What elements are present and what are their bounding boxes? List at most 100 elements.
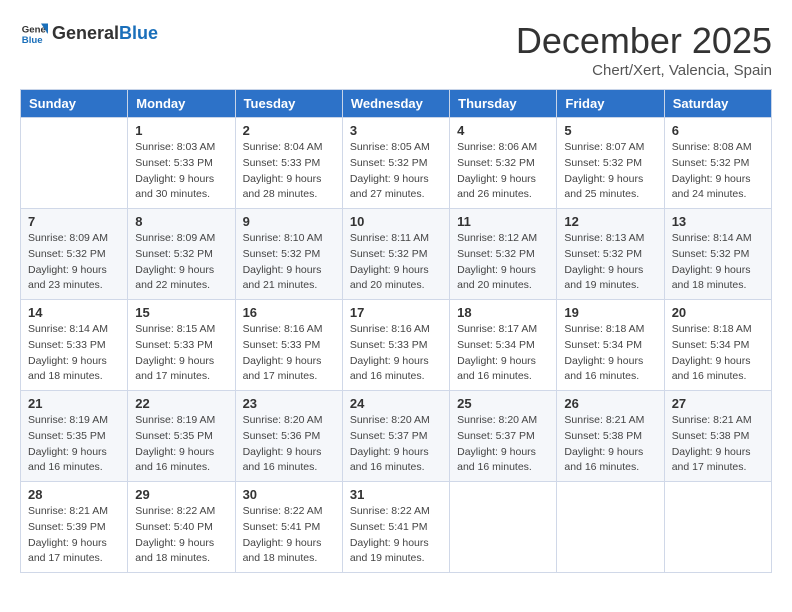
day-info: Sunrise: 8:10 AM Sunset: 5:32 PM Dayligh… [243, 231, 335, 294]
day-cell: 21Sunrise: 8:19 AM Sunset: 5:35 PM Dayli… [21, 391, 128, 482]
day-number: 13 [672, 214, 764, 229]
day-number: 16 [243, 305, 335, 320]
day-number: 11 [457, 214, 549, 229]
day-number: 4 [457, 123, 549, 138]
day-cell: 15 Sunrise: 8:15 AM Sunset: 5:33 PM Dayli… [128, 300, 235, 391]
day-info: Sunrise: 8:09 AM Sunset: 5:32 PM Dayligh… [28, 231, 120, 294]
day-number: 28 [28, 487, 120, 502]
day-header-thursday: Thursday [450, 90, 557, 118]
day-number: 20 [672, 305, 764, 320]
day-number: 8 [135, 214, 227, 229]
day-header-saturday: Saturday [664, 90, 771, 118]
day-number: 6 [672, 123, 764, 138]
week-row-2: 7 Sunrise: 8:09 AM Sunset: 5:32 PM Daylig… [21, 209, 772, 300]
week-row-3: 14 Sunrise: 8:14 AM Sunset: 5:33 PM Dayli… [21, 300, 772, 391]
day-cell: 3Sunrise: 8:05 AM Sunset: 5:32 PM Daylig… [342, 118, 449, 209]
day-cell: 7 Sunrise: 8:09 AM Sunset: 5:32 PM Daylig… [21, 209, 128, 300]
day-number: 21 [28, 396, 120, 411]
day-number: 30 [243, 487, 335, 502]
week-row-4: 21 Sunrise: 8:19 AM Sunset: 5:35 PM Dayli… [21, 391, 772, 482]
day-number: 26 [564, 396, 656, 411]
day-number: 15 [135, 305, 227, 320]
day-info: Sunrise: 8:22 AM Sunset: 5:40 PM Dayligh… [135, 504, 227, 567]
day-number: 7 [28, 214, 120, 229]
day-cell [557, 482, 664, 573]
day-cell [450, 482, 557, 573]
day-cell: 22Sunrise: 8:19 AM Sunset: 5:35 PM Dayli… [128, 391, 235, 482]
day-info: Sunrise: 8:16 AM Sunset: 5:33 PM Dayligh… [243, 322, 335, 385]
day-info: Sunrise: 8:13 AM Sunset: 5:32 PM Dayligh… [564, 231, 656, 294]
day-header-friday: Friday [557, 90, 664, 118]
page-header: General Blue GeneralBlue December 2025 C… [20, 20, 772, 79]
month-title: December 2025 [516, 20, 772, 62]
day-number: 12 [564, 214, 656, 229]
day-cell: 27 Sunrise: 8:21 AM Sunset: 5:38 PM Dayli… [664, 391, 771, 482]
day-info: Sunrise: 8:20 AM Sunset: 5:37 PM Dayligh… [350, 413, 442, 476]
day-info: Sunrise: 8:21 AM Sunset: 5:38 PM Dayligh… [672, 413, 764, 476]
day-number: 23 [243, 396, 335, 411]
day-cell: 28 Sunrise: 8:21 AM Sunset: 5:39 PM Dayli… [21, 482, 128, 573]
calendar-table: SundayMondayTuesdayWednesdayThursdayFrid… [20, 89, 772, 573]
day-cell: 25 Sunrise: 8:20 AM Sunset: 5:37 PM Dayli… [450, 391, 557, 482]
day-number: 27 [672, 396, 764, 411]
day-cell: 18 Sunrise: 8:17 AM Sunset: 5:34 PM Dayli… [450, 300, 557, 391]
day-info: Sunrise: 8:08 AM Sunset: 5:32 PM Dayligh… [672, 140, 764, 203]
day-info: Sunrise: 8:14 AM Sunset: 5:32 PM Dayligh… [672, 231, 764, 294]
day-info: Sunrise: 8:21 AM Sunset: 5:39 PM Dayligh… [28, 504, 120, 567]
day-cell [21, 118, 128, 209]
day-cell: 20 Sunrise: 8:18 AM Sunset: 5:34 PM Dayli… [664, 300, 771, 391]
day-cell: 23 Sunrise: 8:20 AM Sunset: 5:36 PM Dayli… [235, 391, 342, 482]
day-cell: 24Sunrise: 8:20 AM Sunset: 5:37 PM Dayli… [342, 391, 449, 482]
day-info: Sunrise: 8:21 AM Sunset: 5:38 PM Dayligh… [564, 413, 656, 476]
day-cell: 26 Sunrise: 8:21 AM Sunset: 5:38 PM Dayli… [557, 391, 664, 482]
title-block: December 2025 Chert/Xert, Valencia, Spai… [516, 20, 772, 79]
day-cell: 13 Sunrise: 8:14 AM Sunset: 5:32 PM Dayli… [664, 209, 771, 300]
location-subtitle: Chert/Xert, Valencia, Spain [516, 62, 772, 79]
day-info: Sunrise: 8:18 AM Sunset: 5:34 PM Dayligh… [672, 322, 764, 385]
day-info: Sunrise: 8:03 AM Sunset: 5:33 PM Dayligh… [135, 140, 227, 203]
day-number: 3 [350, 123, 442, 138]
day-info: Sunrise: 8:04 AM Sunset: 5:33 PM Dayligh… [243, 140, 335, 203]
day-info: Sunrise: 8:15 AM Sunset: 5:33 PM Dayligh… [135, 322, 227, 385]
day-info: Sunrise: 8:22 AM Sunset: 5:41 PM Dayligh… [243, 504, 335, 567]
day-info: Sunrise: 8:18 AM Sunset: 5:34 PM Dayligh… [564, 322, 656, 385]
day-number: 18 [457, 305, 549, 320]
day-info: Sunrise: 8:09 AM Sunset: 5:32 PM Dayligh… [135, 231, 227, 294]
day-cell: 9 Sunrise: 8:10 AM Sunset: 5:32 PM Daylig… [235, 209, 342, 300]
day-cell: 31Sunrise: 8:22 AM Sunset: 5:41 PM Dayli… [342, 482, 449, 573]
day-cell: 10Sunrise: 8:11 AM Sunset: 5:32 PM Dayli… [342, 209, 449, 300]
svg-text:Blue: Blue [22, 35, 43, 46]
day-number: 29 [135, 487, 227, 502]
day-cell: 14 Sunrise: 8:14 AM Sunset: 5:33 PM Dayli… [21, 300, 128, 391]
day-header-wednesday: Wednesday [342, 90, 449, 118]
logo: General Blue GeneralBlue [20, 20, 158, 48]
day-info: Sunrise: 8:19 AM Sunset: 5:35 PM Dayligh… [135, 413, 227, 476]
day-cell: 29 Sunrise: 8:22 AM Sunset: 5:40 PM Dayli… [128, 482, 235, 573]
day-number: 25 [457, 396, 549, 411]
day-info: Sunrise: 8:17 AM Sunset: 5:34 PM Dayligh… [457, 322, 549, 385]
day-cell [664, 482, 771, 573]
day-info: Sunrise: 8:12 AM Sunset: 5:32 PM Dayligh… [457, 231, 549, 294]
day-cell: 17 Sunrise: 8:16 AM Sunset: 5:33 PM Dayli… [342, 300, 449, 391]
logo-icon: General Blue [20, 20, 48, 48]
day-info: Sunrise: 8:20 AM Sunset: 5:36 PM Dayligh… [243, 413, 335, 476]
day-cell: 16 Sunrise: 8:16 AM Sunset: 5:33 PM Dayli… [235, 300, 342, 391]
day-number: 9 [243, 214, 335, 229]
day-number: 17 [350, 305, 442, 320]
day-info: Sunrise: 8:22 AM Sunset: 5:41 PM Dayligh… [350, 504, 442, 567]
day-number: 2 [243, 123, 335, 138]
day-cell: 5Sunrise: 8:07 AM Sunset: 5:32 PM Daylig… [557, 118, 664, 209]
day-cell: 6 Sunrise: 8:08 AM Sunset: 5:32 PM Daylig… [664, 118, 771, 209]
day-info: Sunrise: 8:14 AM Sunset: 5:33 PM Dayligh… [28, 322, 120, 385]
day-cell: 2 Sunrise: 8:04 AM Sunset: 5:33 PM Daylig… [235, 118, 342, 209]
day-cell: 1 Sunrise: 8:03 AM Sunset: 5:33 PM Daylig… [128, 118, 235, 209]
day-cell: 19Sunrise: 8:18 AM Sunset: 5:34 PM Dayli… [557, 300, 664, 391]
day-info: Sunrise: 8:20 AM Sunset: 5:37 PM Dayligh… [457, 413, 549, 476]
day-info: Sunrise: 8:16 AM Sunset: 5:33 PM Dayligh… [350, 322, 442, 385]
day-number: 5 [564, 123, 656, 138]
day-number: 14 [28, 305, 120, 320]
day-header-tuesday: Tuesday [235, 90, 342, 118]
day-cell: 8 Sunrise: 8:09 AM Sunset: 5:32 PM Daylig… [128, 209, 235, 300]
day-number: 1 [135, 123, 227, 138]
day-cell: 12 Sunrise: 8:13 AM Sunset: 5:32 PM Dayli… [557, 209, 664, 300]
